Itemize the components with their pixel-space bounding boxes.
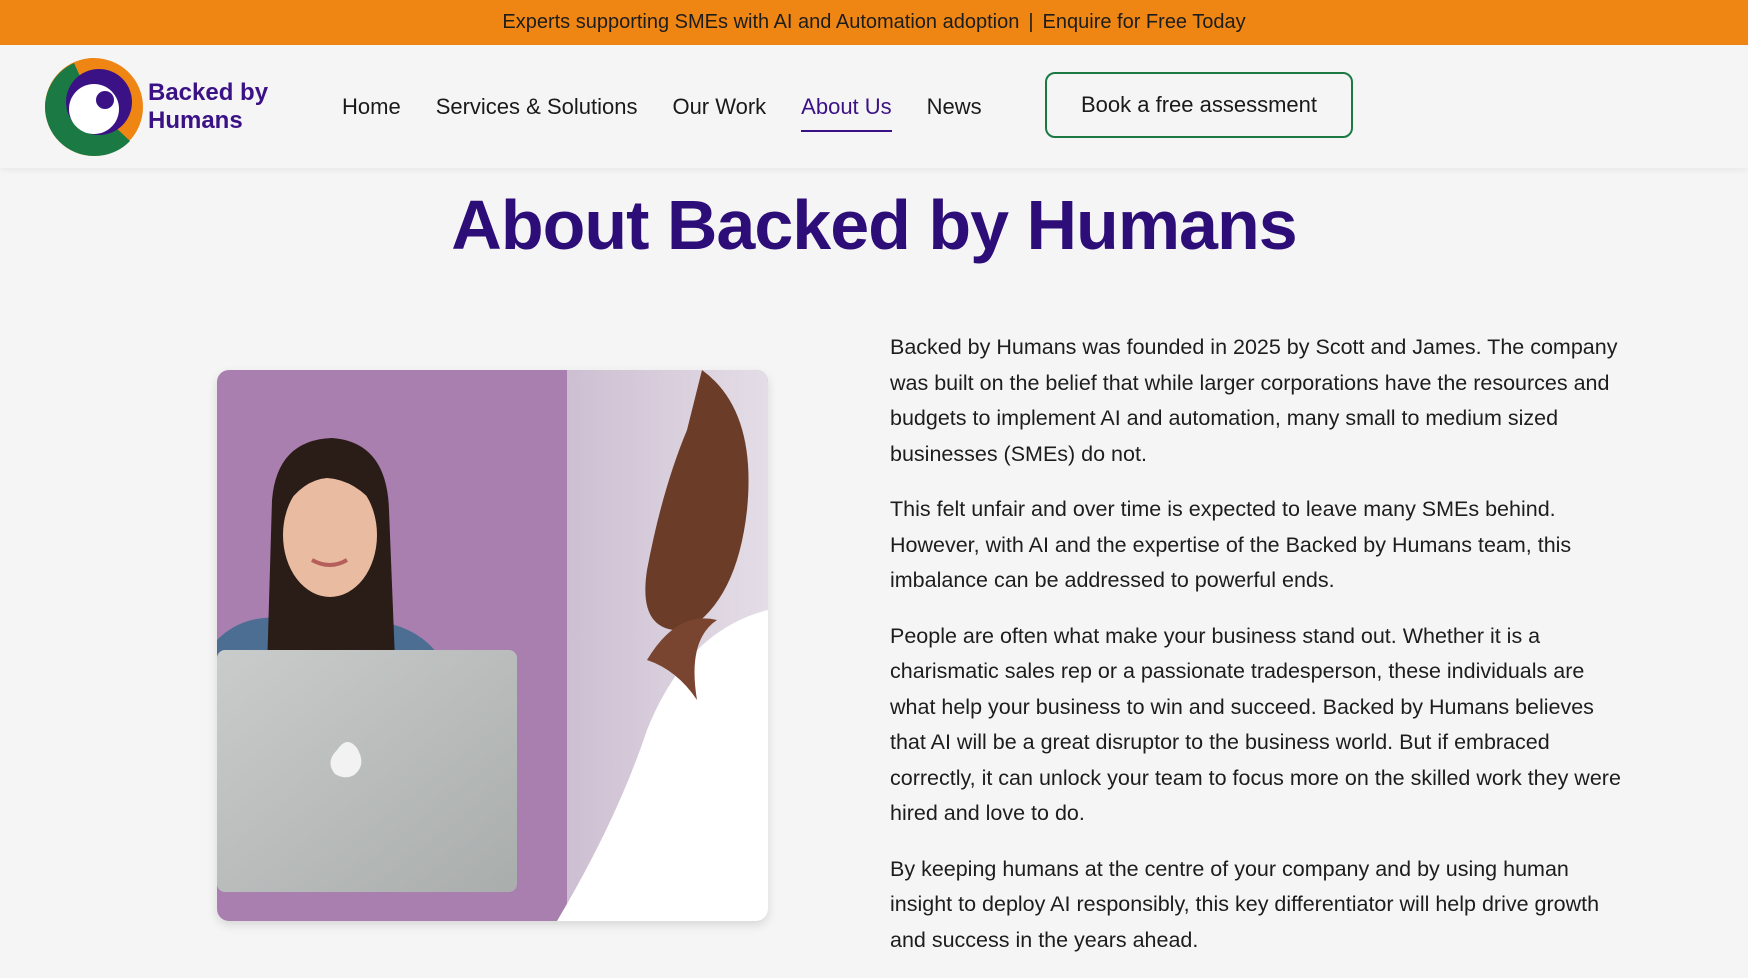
- nav-services-solutions[interactable]: Services & Solutions: [436, 94, 638, 120]
- brand-name-line1: Backed by: [148, 79, 269, 106]
- main-nav: Home Services & Solutions Our Work About…: [342, 45, 1017, 168]
- team-photo: [217, 370, 768, 921]
- nav-home[interactable]: Home: [342, 94, 401, 120]
- about-paragraph-1: Backed by Humans was founded in 2025 by …: [890, 335, 1618, 466]
- brand-name[interactable]: Backed by Humans: [148, 79, 268, 135]
- enquire-link[interactable]: Enquire for Free Today: [1043, 11, 1246, 34]
- nav-about-us[interactable]: About Us: [801, 94, 892, 132]
- page-title: About Backed by Humans: [451, 186, 1297, 264]
- nav-news[interactable]: News: [927, 94, 982, 120]
- announcement-separator: |: [1028, 11, 1034, 33]
- about-paragraph-3: People are often what make your business…: [890, 623, 1621, 826]
- brand-logo-icon[interactable]: [44, 57, 144, 157]
- nav-our-work[interactable]: Our Work: [672, 94, 766, 120]
- announcement-text: Experts supporting SMEs with AI and Auto…: [502, 11, 1020, 33]
- about-paragraph-4: By keeping humans at the centre of your …: [890, 856, 1600, 952]
- about-text: Backed by Humans was founded in 2025 by …: [890, 330, 1630, 978]
- announcement-bar[interactable]: Experts supporting SMEs with AI and Auto…: [0, 0, 1748, 45]
- site-header: Backed by Humans Home Services & Solutio…: [0, 45, 1748, 168]
- about-paragraph-2: This felt unfair and over time is expect…: [890, 497, 1572, 592]
- brand-name-line2: Humans: [148, 107, 243, 134]
- book-assessment-button[interactable]: Book a free assessment: [1045, 72, 1353, 138]
